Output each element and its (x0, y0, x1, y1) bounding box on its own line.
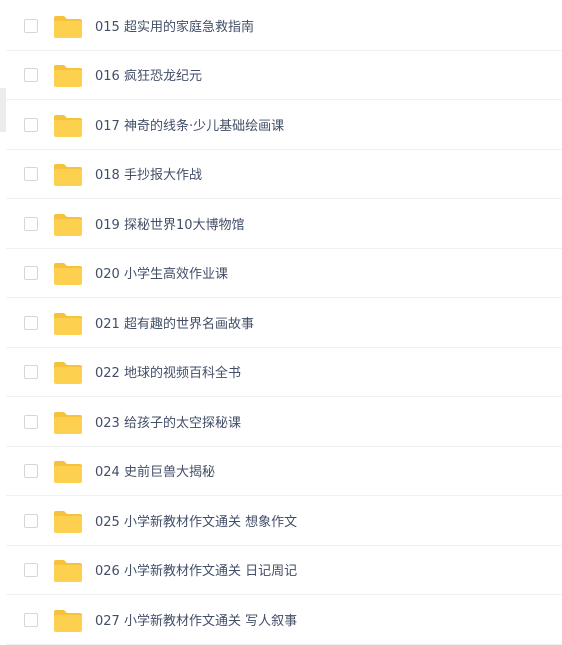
row-checkbox[interactable] (24, 365, 38, 379)
file-name[interactable]: 025 小学新教材作文通关 想象作文 (95, 497, 297, 546)
file-row[interactable]: 020 小学生高效作业课 (6, 249, 562, 298)
file-row[interactable]: 022 地球的视频百科全书 (6, 348, 562, 397)
row-checkbox[interactable] (24, 266, 38, 280)
file-name[interactable]: 027 小学新教材作文通关 写人叙事 (95, 596, 297, 645)
file-name[interactable]: 022 地球的视频百科全书 (95, 348, 241, 397)
folder-icon (53, 312, 83, 336)
file-row[interactable]: 024 史前巨兽大揭秘 (6, 447, 562, 496)
file-name[interactable]: 019 探秘世界10大博物馆 (95, 200, 245, 249)
file-row[interactable]: 015 超实用的家庭急救指南 (6, 2, 562, 51)
file-row[interactable]: 017 神奇的线条·少儿基础绘画课 (6, 101, 562, 150)
file-row[interactable]: 019 探秘世界10大博物馆 (6, 200, 562, 249)
row-checkbox[interactable] (24, 167, 38, 181)
folder-icon (53, 460, 83, 484)
row-checkbox[interactable] (24, 68, 38, 82)
row-checkbox[interactable] (24, 415, 38, 429)
row-checkbox[interactable] (24, 563, 38, 577)
file-name[interactable]: 017 神奇的线条·少儿基础绘画课 (95, 101, 284, 150)
folder-icon (53, 609, 83, 633)
folder-icon (53, 559, 83, 583)
file-name[interactable]: 018 手抄报大作战 (95, 150, 202, 199)
file-row[interactable]: 021 超有趣的世界名画故事 (6, 299, 562, 348)
file-row[interactable]: 016 疯狂恐龙纪元 (6, 51, 562, 100)
folder-icon (53, 213, 83, 237)
file-row[interactable]: 027 小学新教材作文通关 写人叙事 (6, 596, 562, 645)
row-checkbox[interactable] (24, 613, 38, 627)
file-name[interactable]: 016 疯狂恐龙纪元 (95, 51, 202, 100)
file-name[interactable]: 015 超实用的家庭急救指南 (95, 2, 254, 51)
file-name[interactable]: 024 史前巨兽大揭秘 (95, 447, 215, 496)
folder-icon (53, 510, 83, 534)
row-checkbox[interactable] (24, 19, 38, 33)
file-row[interactable]: 023 给孩子的太空探秘课 (6, 398, 562, 447)
file-row[interactable]: 025 小学新教材作文通关 想象作文 (6, 497, 562, 546)
folder-icon (53, 114, 83, 138)
row-checkbox[interactable] (24, 316, 38, 330)
folder-icon (53, 163, 83, 187)
file-name[interactable]: 020 小学生高效作业课 (95, 249, 228, 298)
folder-icon (53, 15, 83, 39)
folder-icon (53, 361, 83, 385)
file-list: 015 超实用的家庭急救指南 016 疯狂恐龙纪元 017 神奇的线条·少儿基础… (6, 0, 562, 645)
row-checkbox[interactable] (24, 514, 38, 528)
file-row[interactable]: 026 小学新教材作文通关 日记周记 (6, 546, 562, 595)
file-row[interactable]: 018 手抄报大作战 (6, 150, 562, 199)
folder-icon (53, 262, 83, 286)
row-checkbox[interactable] (24, 464, 38, 478)
row-checkbox[interactable] (24, 118, 38, 132)
row-checkbox[interactable] (24, 217, 38, 231)
file-name[interactable]: 021 超有趣的世界名画故事 (95, 299, 254, 348)
folder-icon (53, 64, 83, 88)
file-name[interactable]: 023 给孩子的太空探秘课 (95, 398, 241, 447)
file-name[interactable]: 026 小学新教材作文通关 日记周记 (95, 546, 297, 595)
folder-icon (53, 411, 83, 435)
